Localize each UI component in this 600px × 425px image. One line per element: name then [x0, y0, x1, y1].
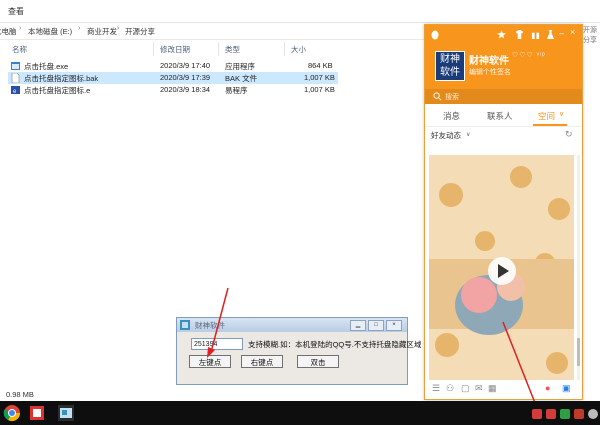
network-icon[interactable]	[588, 409, 598, 419]
tool-taskbar-icon[interactable]	[57, 404, 75, 422]
taskbar	[0, 401, 600, 425]
security-tray-icon[interactable]	[560, 409, 570, 419]
qq-tray-icon[interactable]	[546, 409, 556, 419]
qq-tray-icon[interactable]	[532, 409, 542, 419]
app-icon[interactable]	[28, 404, 46, 422]
tray-icon[interactable]	[574, 409, 584, 419]
chrome-icon[interactable]	[3, 404, 21, 422]
annotation-arrows	[207, 287, 540, 414]
